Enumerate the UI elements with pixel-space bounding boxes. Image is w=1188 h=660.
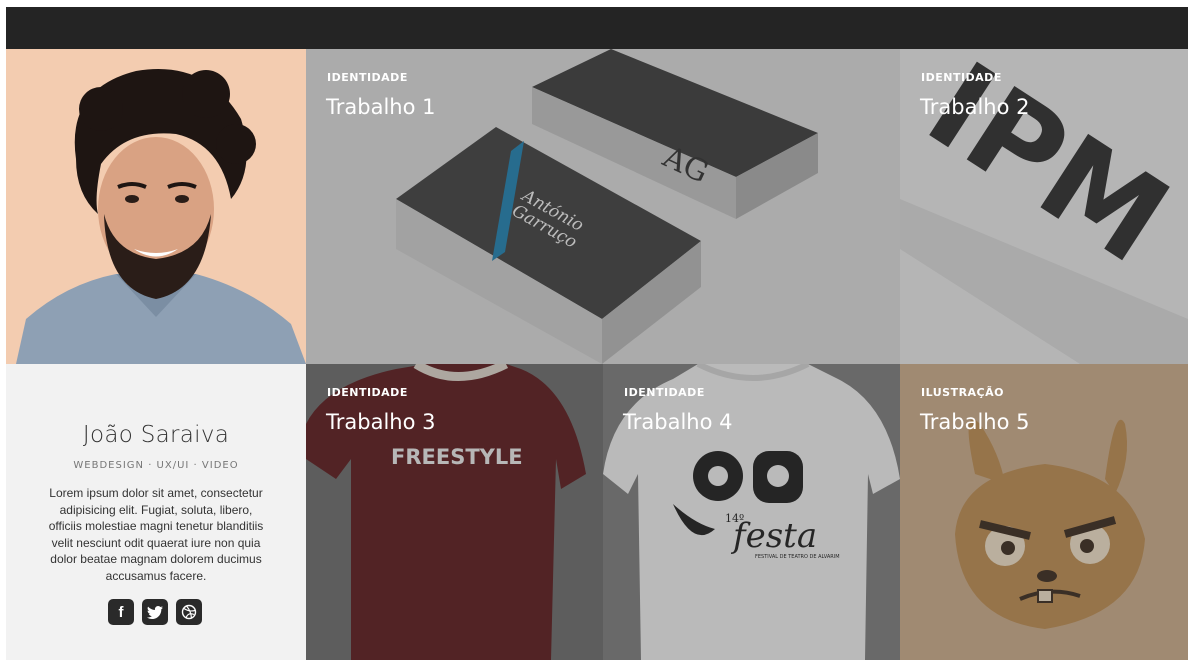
work-5-title: Trabalho 5 — [920, 410, 1030, 434]
bio-panel: João Saraiva WEBDESIGN · UX/UI · VIDEO L… — [6, 364, 306, 660]
work-tile-3[interactable]: FREESTYLE IDENTIDADE Trabalho 3 — [306, 364, 603, 660]
work-4-category: IDENTIDADE — [624, 386, 705, 399]
dribbble-icon — [181, 604, 197, 620]
work-2-category: IDENTIDADE — [921, 71, 1002, 84]
work-1-title: Trabalho 1 — [326, 95, 436, 119]
work-4-title: Trabalho 4 — [623, 410, 733, 434]
facebook-icon: f — [118, 603, 124, 621]
top-navbar — [6, 7, 1188, 49]
work-5-category: ILUSTRAÇÃO — [921, 386, 1004, 399]
twitter-button[interactable] — [142, 599, 168, 625]
twitter-icon — [147, 605, 163, 619]
work-2-title: Trabalho 2 — [920, 95, 1030, 119]
work-1-category: IDENTIDADE — [327, 71, 408, 84]
profile-description: Lorem ipsum dolor sit amet, consectetur … — [48, 486, 264, 583]
profile-photo — [6, 49, 306, 364]
work-tile-4[interactable]: 14º festa FESTIVAL DE TEATRO DE ALVARIM … — [603, 364, 900, 660]
work-tile-1[interactable]: AG António Garruço IDENTIDADE Trabalho 1 — [306, 49, 900, 364]
dribbble-button[interactable] — [176, 599, 202, 625]
portfolio-grid: João Saraiva WEBDESIGN · UX/UI · VIDEO L… — [6, 49, 1188, 660]
tile-overlay — [900, 364, 1188, 660]
social-links: f — [108, 599, 204, 625]
tile-overlay — [306, 364, 603, 660]
work-tile-5[interactable]: ILUSTRAÇÃO Trabalho 5 — [900, 364, 1188, 660]
profile-name: João Saraiva — [82, 422, 230, 448]
work-tile-2[interactable]: IPM IDENTIDADE Trabalho 2 — [900, 49, 1188, 364]
tile-overlay — [603, 364, 900, 660]
facebook-button[interactable]: f — [108, 599, 134, 625]
work-3-title: Trabalho 3 — [326, 410, 436, 434]
work-3-category: IDENTIDADE — [327, 386, 408, 399]
profile-skills: WEBDESIGN · UX/UI · VIDEO — [73, 460, 239, 471]
